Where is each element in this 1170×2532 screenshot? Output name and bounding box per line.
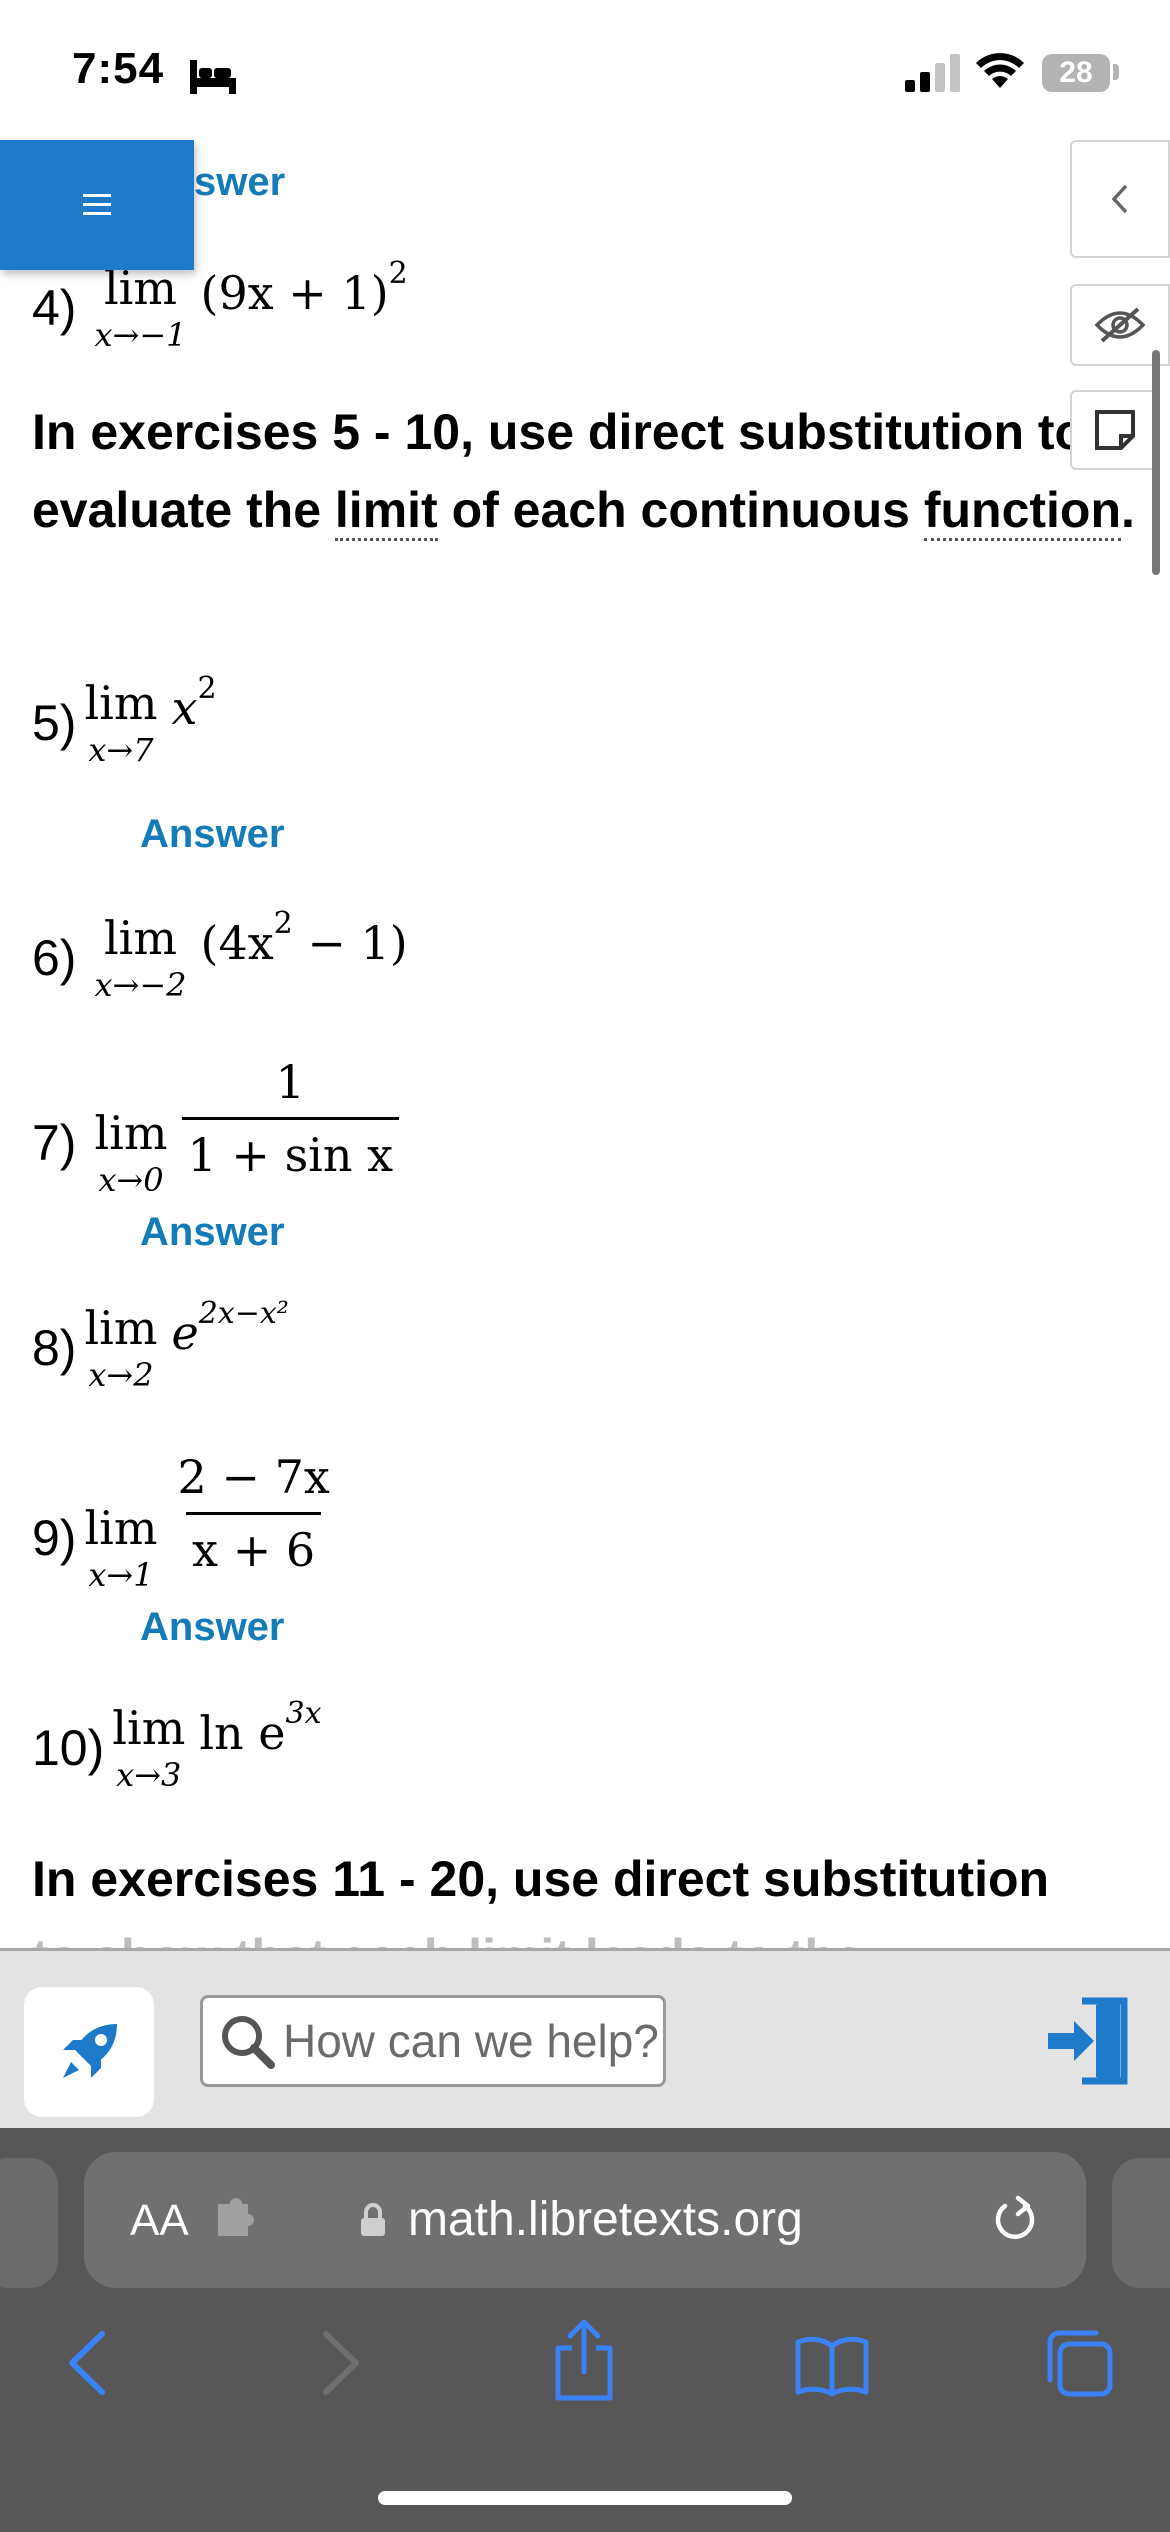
search-icon: [222, 2016, 275, 2069]
page-content: swer 4) lim x→−1 (9x + 1)2 In exercises …: [0, 140, 1170, 1950]
instructions-heading-11-20-continued: to show that each limit leads to the ind…: [32, 1918, 1142, 1950]
limit-operator: lim x→−2: [94, 911, 187, 1004]
address-bar[interactable]: AA math.libretexts.org: [84, 2152, 1086, 2288]
status-bar: 7:54 28: [0, 0, 1170, 140]
denominator: x + 6: [186, 1511, 322, 1577]
exercise-10: 10) lim x→3 ln e3x: [32, 1696, 322, 1794]
instructions-heading-11-20: In exercises 11 - 20, use direct substit…: [32, 1851, 1050, 1907]
instructions-heading-5-10: In exercises 5 - 10, use direct substitu…: [32, 393, 1142, 549]
exit-icon[interactable]: [1046, 1995, 1130, 2087]
answer-toggle-7[interactable]: Answer: [140, 1210, 285, 1255]
eye-off-icon: [1094, 307, 1146, 343]
limit-operator: lim x→1: [84, 1501, 158, 1594]
help-toolbar: [0, 1948, 1170, 2128]
glossary-link-function[interactable]: function: [923, 482, 1122, 541]
lock-icon: [361, 2203, 385, 2236]
rocket-icon: [63, 2024, 117, 2078]
tabs-icon[interactable]: [1044, 2328, 1114, 2398]
readability-button[interactable]: [24, 1987, 154, 2117]
limit-operator: lim x→2: [84, 1301, 158, 1394]
search-box[interactable]: [200, 1995, 666, 2087]
expression: e2x−x²: [171, 1296, 289, 1360]
answer-toggle-9[interactable]: Answer: [140, 1605, 285, 1650]
numerator: 1: [275, 1054, 305, 1109]
battery-tip: [1113, 64, 1119, 80]
exercise-6: 6) lim x→−2 (4x2 − 1): [32, 906, 408, 1004]
exercise-number: 4): [32, 280, 77, 336]
exercise-number: 5): [32, 695, 77, 751]
share-icon[interactable]: [552, 2318, 616, 2402]
answer-link-partial[interactable]: swer: [194, 160, 285, 205]
exercise-8: 8) lim x→2 e2x−x²: [32, 1296, 289, 1394]
forward-icon[interactable]: [318, 2328, 364, 2398]
exercise-number: 7): [32, 1115, 77, 1171]
exercise-9: 9) lim x→1 2 − 7x x + 6: [32, 1435, 336, 1594]
glossary-link-limit[interactable]: limit: [334, 482, 438, 541]
expression: x2: [171, 671, 217, 735]
exercise-5: 5) lim x→7 x2: [32, 671, 217, 769]
back-icon[interactable]: [64, 2328, 110, 2398]
exercise-number: 6): [32, 930, 77, 986]
cellular-signal-icon: [905, 54, 960, 92]
sticky-note-icon: [1095, 410, 1135, 450]
answer-toggle-5[interactable]: Answer: [140, 812, 285, 857]
hamburger-icon: [83, 194, 111, 215]
status-time: 7:54: [72, 44, 165, 93]
page-settings-button[interactable]: AA: [130, 2196, 189, 2246]
browser-chrome: AA math.libretexts.org: [0, 2128, 1170, 2532]
battery-level: 28: [1042, 54, 1110, 92]
exercise-number: 9): [32, 1510, 77, 1566]
reload-icon[interactable]: [990, 2192, 1040, 2246]
previous-tab-peek[interactable]: [0, 2158, 58, 2288]
limit-operator: lim x→3: [112, 1701, 186, 1794]
next-tab-peek[interactable]: [1112, 2158, 1170, 2288]
exercise-4: 4) lim x→−1 (9x + 1)2: [32, 256, 408, 351]
scrollbar[interactable]: [1152, 350, 1160, 575]
numerator: 2 − 7x: [177, 1449, 330, 1504]
exercise-number: 8): [32, 1320, 77, 1376]
limit-operator: lim x→7: [84, 676, 158, 769]
bookmarks-icon[interactable]: [794, 2334, 870, 2396]
expression: (9x + 1)2: [200, 256, 408, 320]
sleep-focus-icon: [190, 60, 236, 94]
limit-operator: lim x→0: [94, 1106, 168, 1199]
url-text[interactable]: math.libretexts.org: [408, 2192, 803, 2247]
lim-word: lim: [103, 261, 177, 315]
menu-button[interactable]: [0, 140, 194, 270]
wifi-icon: [976, 53, 1024, 88]
fraction: 2 − 7x x + 6: [172, 1450, 336, 1577]
denominator: 1 + sin x: [181, 1116, 400, 1182]
expression: (4x2 − 1): [200, 906, 408, 970]
extension-icon[interactable]: [214, 2196, 260, 2242]
notes-button[interactable]: [1070, 390, 1160, 470]
collapse-panel-button[interactable]: [1070, 140, 1170, 258]
expression: ln e3x: [199, 1696, 322, 1760]
fraction: 1 1 + sin x: [181, 1054, 400, 1182]
limit-operator: lim x→−1: [94, 265, 186, 351]
home-indicator[interactable]: [378, 2491, 792, 2505]
lim-subscript: x→−1: [94, 316, 187, 354]
exercise-number: 10): [32, 1720, 105, 1776]
exercise-7: 7) lim x→0 1 1 + sin x: [32, 1040, 400, 1199]
search-input[interactable]: [283, 2014, 663, 2068]
chevron-left-icon: [1111, 184, 1128, 214]
